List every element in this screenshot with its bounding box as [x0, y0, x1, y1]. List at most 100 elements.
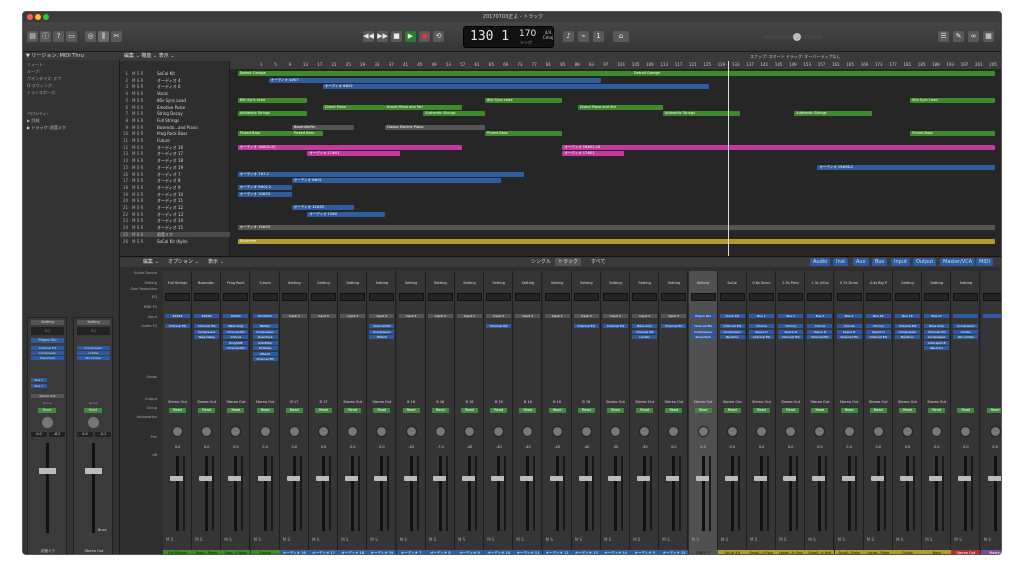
track-name[interactable]: オーディオ 15 [157, 225, 183, 230]
track-name[interactable]: SoCal Kit [157, 71, 175, 76]
library-icon[interactable]: ▤ [27, 31, 38, 42]
mute-solo[interactable]: M S [779, 537, 786, 542]
audio-fx-slot[interactable]: Space D [778, 329, 804, 334]
eq-thumbnail[interactable] [281, 293, 307, 301]
track-header[interactable]: 3 M S R オーディオ 6 [120, 84, 230, 89]
volume-fader[interactable] [672, 456, 676, 531]
audio-fx-slot[interactable]: Channel EQ [223, 346, 249, 350]
track-header[interactable]: 6 M S R Emotive Pulse [120, 105, 230, 110]
audio-fx-slot[interactable]: Channel EQ [252, 357, 278, 361]
input-slot[interactable]: Input 3 [486, 314, 512, 318]
output-slot[interactable]: B 16 [513, 400, 542, 404]
automation-read[interactable]: Read [198, 408, 216, 413]
solo-icon[interactable]: ⌁ [578, 31, 589, 42]
audio-fx-slot[interactable]: St-Delay [252, 346, 278, 350]
snap-drag-settings[interactable]: スナップ: スマート ドラッグ: オーバーラップなし [750, 52, 840, 61]
mixer-edit-menu[interactable]: 編集 ⌄ [140, 258, 162, 266]
mute-solo[interactable]: M S [575, 537, 582, 542]
audio-fx-slot[interactable]: Neutrino [924, 346, 950, 350]
input-slot[interactable]: Input 3 [603, 314, 628, 318]
fx-slot[interactable]: Channel EQ [31, 346, 64, 350]
fx-slot[interactable]: Compressor [31, 351, 64, 355]
pan-knob[interactable] [902, 426, 913, 437]
region[interactable]: Authentic Strings [237, 111, 308, 117]
region[interactable]: オーディオ 16#02.16 [562, 144, 996, 150]
region[interactable]: オーディオ 17#01 [562, 151, 625, 157]
mute-solo-record[interactable]: M S R [132, 91, 143, 96]
input-slot[interactable]: Input 3 [632, 314, 658, 318]
audio-fx-slot[interactable]: Channel EQ [690, 324, 716, 328]
mute-solo[interactable]: M S [984, 537, 991, 542]
channel-setting[interactable]: SoCal [718, 281, 747, 285]
input-slot[interactable]: Bus 3 [807, 314, 833, 318]
output-slot[interactable]: Stereo Out [805, 400, 834, 404]
mute-solo[interactable]: M S [838, 537, 845, 542]
volume-fader[interactable] [380, 456, 384, 531]
audio-fx-slot[interactable]: Compressor [690, 329, 716, 334]
channel-setting[interactable]: Setting [601, 281, 630, 285]
region[interactable]: オーディオ 8#01 [291, 178, 501, 184]
track-name[interactable]: オーディオ 7 [157, 172, 181, 177]
output-slot[interactable]: Stereo Out [747, 400, 776, 404]
output-slot[interactable]: Stereo Out [630, 400, 659, 404]
volume-fader[interactable] [847, 456, 851, 531]
automation-read[interactable]: Read [607, 408, 624, 413]
region[interactable]: Bosendorfer [291, 124, 354, 130]
forward-icon[interactable]: ▶▶ [377, 31, 388, 42]
track-header[interactable]: 12 M S R オーディオ 16 [120, 145, 230, 150]
input-slot[interactable]: Drum Kit [719, 314, 745, 318]
playhead[interactable] [728, 61, 729, 256]
mute-solo[interactable]: M S [692, 537, 699, 542]
input-slot[interactable]: Input 3 [340, 314, 366, 318]
mute-solo-record[interactable]: M S R [132, 239, 143, 244]
automation-read[interactable]: Read [753, 408, 770, 413]
pan-knob[interactable] [172, 426, 183, 437]
track-name[interactable]: オーディオ 13 [157, 212, 183, 217]
output-slot[interactable]: B 16 [397, 400, 426, 404]
eq-thumbnail[interactable] [690, 293, 716, 301]
region[interactable]: Grand Piano [322, 104, 385, 110]
volume-fader[interactable] [935, 456, 939, 531]
region[interactable]: Authentic Strings [423, 111, 486, 117]
channel-setting[interactable]: Prog Rock [221, 281, 250, 285]
channel-setting[interactable]: Future [251, 281, 280, 285]
volume-fader[interactable] [760, 456, 763, 531]
view-tracks[interactable]: トラック [555, 258, 582, 266]
mute-solo-record[interactable]: M S R [132, 172, 143, 177]
input-slot[interactable]: Bus 17 [924, 314, 950, 318]
lcd-display[interactable]: 130 1 170 テンポ 4/4 Cmaj [463, 26, 554, 48]
channel-setting[interactable]: Bosendo.. [192, 281, 221, 285]
input-slot[interactable]: Input 3 [544, 314, 570, 318]
automation-read[interactable]: Read [431, 408, 449, 413]
automation-read[interactable]: Read [490, 408, 508, 413]
track-name[interactable]: オーディオ 11 [157, 198, 183, 203]
stop-icon[interactable]: ■ [391, 31, 402, 42]
automation-read[interactable]: Read [38, 408, 56, 413]
view-all[interactable]: すべて [588, 258, 608, 266]
track-header[interactable]: 19 M S R オーディオ 10 [120, 192, 230, 197]
track-name[interactable]: String Decay [157, 111, 183, 116]
view-single[interactable]: シングル [528, 258, 554, 266]
input-slot[interactable]: EXS24 [165, 314, 190, 318]
pan-knob[interactable] [580, 426, 592, 437]
eq-thumbnail[interactable] [340, 293, 366, 301]
filter-inst[interactable]: Inst [833, 258, 849, 266]
audio-fx-slot[interactable]: PtVerb [252, 351, 278, 356]
track-name[interactable]: オーディオ 19 [157, 165, 183, 170]
output-slot[interactable]: Stereo Out [367, 400, 396, 404]
pan-knob[interactable] [405, 426, 417, 437]
input-slot[interactable]: Input 3 [311, 314, 336, 318]
eq-thumbnail[interactable] [953, 293, 979, 301]
track-name[interactable]: オーディオ 4 [157, 78, 181, 83]
track-name[interactable]: SoCal Kit (Kyle) [157, 239, 188, 244]
volume-fader[interactable] [993, 456, 997, 531]
region[interactable]: オーディオ 4#07 [268, 77, 602, 83]
volume-fader[interactable] [818, 456, 822, 531]
fx-slot[interactable]: Limiter [77, 351, 110, 355]
channel-setting[interactable]: Setting [630, 281, 659, 285]
pan-knob[interactable] [931, 426, 943, 437]
output-slot[interactable]: Stereo Out [864, 400, 893, 404]
track-header[interactable]: 2 M S R オーディオ 4 [120, 78, 230, 83]
pan-knob[interactable] [201, 426, 213, 437]
pan-knob[interactable] [493, 426, 505, 437]
